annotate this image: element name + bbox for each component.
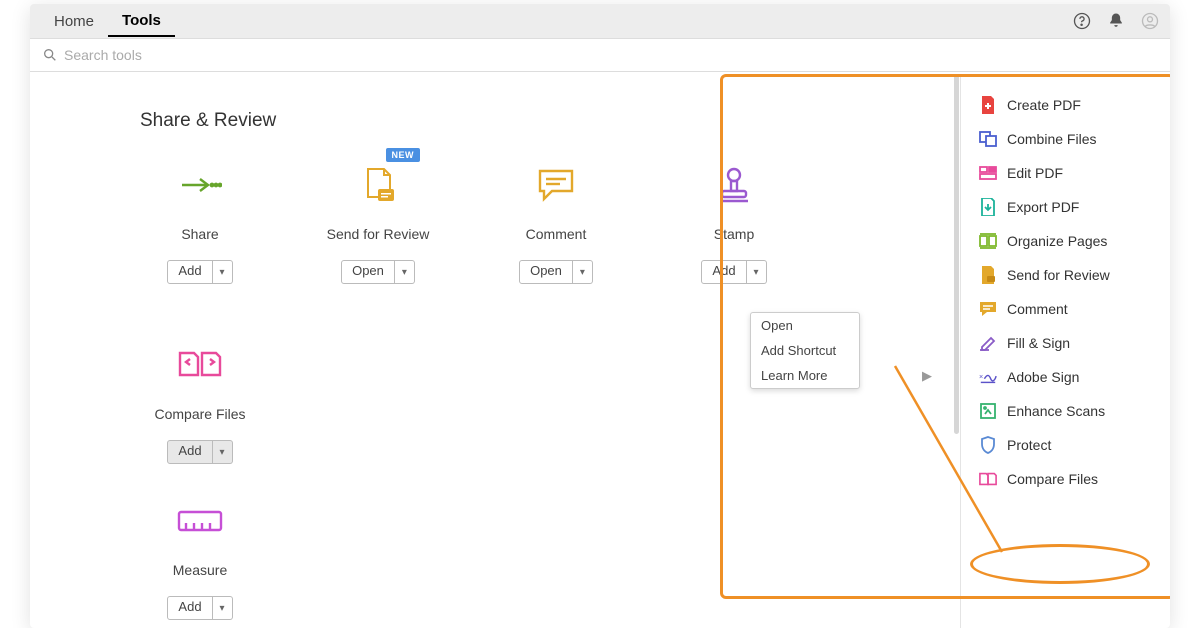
comment-icon bbox=[536, 162, 576, 208]
shortcut-label: Fill & Sign bbox=[1007, 335, 1070, 351]
tool-send-review[interactable]: NEW Send for Review Open bbox=[318, 162, 438, 284]
search-input[interactable] bbox=[64, 47, 364, 63]
help-icon[interactable] bbox=[1072, 11, 1092, 31]
shortcut-fill-sign[interactable]: Fill & Sign bbox=[979, 326, 1156, 360]
search-icon bbox=[42, 47, 58, 63]
top-nav: Home Tools bbox=[30, 4, 1170, 38]
send-review-icon bbox=[358, 162, 398, 208]
shortcut-comment[interactable]: Comment bbox=[979, 292, 1156, 326]
shortcut-edit-pdf[interactable]: Edit PDF bbox=[979, 156, 1156, 190]
menu-add-shortcut[interactable]: Add Shortcut bbox=[751, 338, 859, 363]
shortcut-label: Protect bbox=[1007, 437, 1051, 453]
menu-learn-more[interactable]: Learn More bbox=[751, 363, 859, 388]
tool-label: Measure bbox=[173, 562, 227, 578]
tool-stamp-button[interactable]: Add bbox=[701, 260, 766, 284]
tool-label: Stamp bbox=[714, 226, 754, 242]
tab-home[interactable]: Home bbox=[40, 7, 108, 36]
tool-stamp[interactable]: Stamp Add bbox=[674, 162, 794, 284]
shortcut-label: Send for Review bbox=[1007, 267, 1110, 283]
measure-icon bbox=[176, 498, 224, 544]
shortcut-export-pdf[interactable]: Export PDF bbox=[979, 190, 1156, 224]
account-icon[interactable] bbox=[1140, 11, 1160, 31]
tool-label: Send for Review bbox=[327, 226, 430, 242]
shortcut-combine-files[interactable]: Combine Files bbox=[979, 122, 1156, 156]
shortcut-adobe-sign[interactable]: × Adobe Sign bbox=[979, 360, 1156, 394]
tool-label: Share bbox=[181, 226, 218, 242]
shortcuts-panel: Create PDF Combine Files Edit PDF Export… bbox=[960, 74, 1160, 628]
tool-comment-button[interactable]: Open bbox=[519, 260, 593, 284]
shortcut-label: Comment bbox=[1007, 301, 1068, 317]
shortcut-enhance-scans[interactable]: Enhance Scans bbox=[979, 394, 1156, 428]
tool-label: Compare Files bbox=[154, 406, 245, 422]
menu-open[interactable]: Open bbox=[751, 313, 859, 338]
svg-text:×: × bbox=[979, 372, 983, 381]
tool-send-review-button[interactable]: Open bbox=[341, 260, 415, 284]
shortcut-compare-files[interactable]: Compare Files bbox=[979, 462, 1156, 496]
search-bar bbox=[30, 38, 1170, 72]
shortcut-create-pdf[interactable]: Create PDF bbox=[979, 88, 1156, 122]
new-badge: NEW bbox=[386, 148, 421, 162]
tool-share[interactable]: Share Add bbox=[140, 162, 260, 284]
shortcut-organize-pages[interactable]: Organize Pages bbox=[979, 224, 1156, 258]
shortcut-label: Create PDF bbox=[1007, 97, 1081, 113]
shortcut-label: Export PDF bbox=[1007, 199, 1079, 215]
shortcut-send-review[interactable]: Send for Review bbox=[979, 258, 1156, 292]
tool-label: Comment bbox=[526, 226, 587, 242]
section-share-review: Share & Review bbox=[140, 110, 890, 132]
shortcut-label: Combine Files bbox=[1007, 131, 1096, 147]
tool-share-button[interactable]: Add bbox=[167, 260, 232, 284]
collapse-icon[interactable]: ▶ bbox=[922, 368, 932, 384]
stamp-icon bbox=[714, 162, 754, 208]
bell-icon[interactable] bbox=[1106, 11, 1126, 31]
share-icon bbox=[178, 162, 222, 208]
tab-tools[interactable]: Tools bbox=[108, 6, 175, 37]
shortcut-protect[interactable]: Protect bbox=[979, 428, 1156, 462]
shortcut-label: Edit PDF bbox=[1007, 165, 1063, 181]
tool-compare-files-button[interactable]: Add bbox=[167, 440, 232, 464]
shortcut-label: Organize Pages bbox=[1007, 233, 1107, 249]
shortcut-label: Compare Files bbox=[1007, 471, 1098, 487]
tool-comment[interactable]: Comment Open bbox=[496, 162, 616, 284]
shortcut-label: Adobe Sign bbox=[1007, 369, 1079, 385]
tool-measure[interactable]: Measure Add bbox=[140, 498, 260, 620]
tool-compare-files[interactable]: Compare Files Add bbox=[140, 342, 260, 464]
compare-dropdown: Open Add Shortcut Learn More bbox=[750, 312, 860, 389]
tool-measure-button[interactable]: Add bbox=[167, 596, 232, 620]
compare-files-icon bbox=[176, 342, 224, 388]
shortcut-label: Enhance Scans bbox=[1007, 403, 1105, 419]
